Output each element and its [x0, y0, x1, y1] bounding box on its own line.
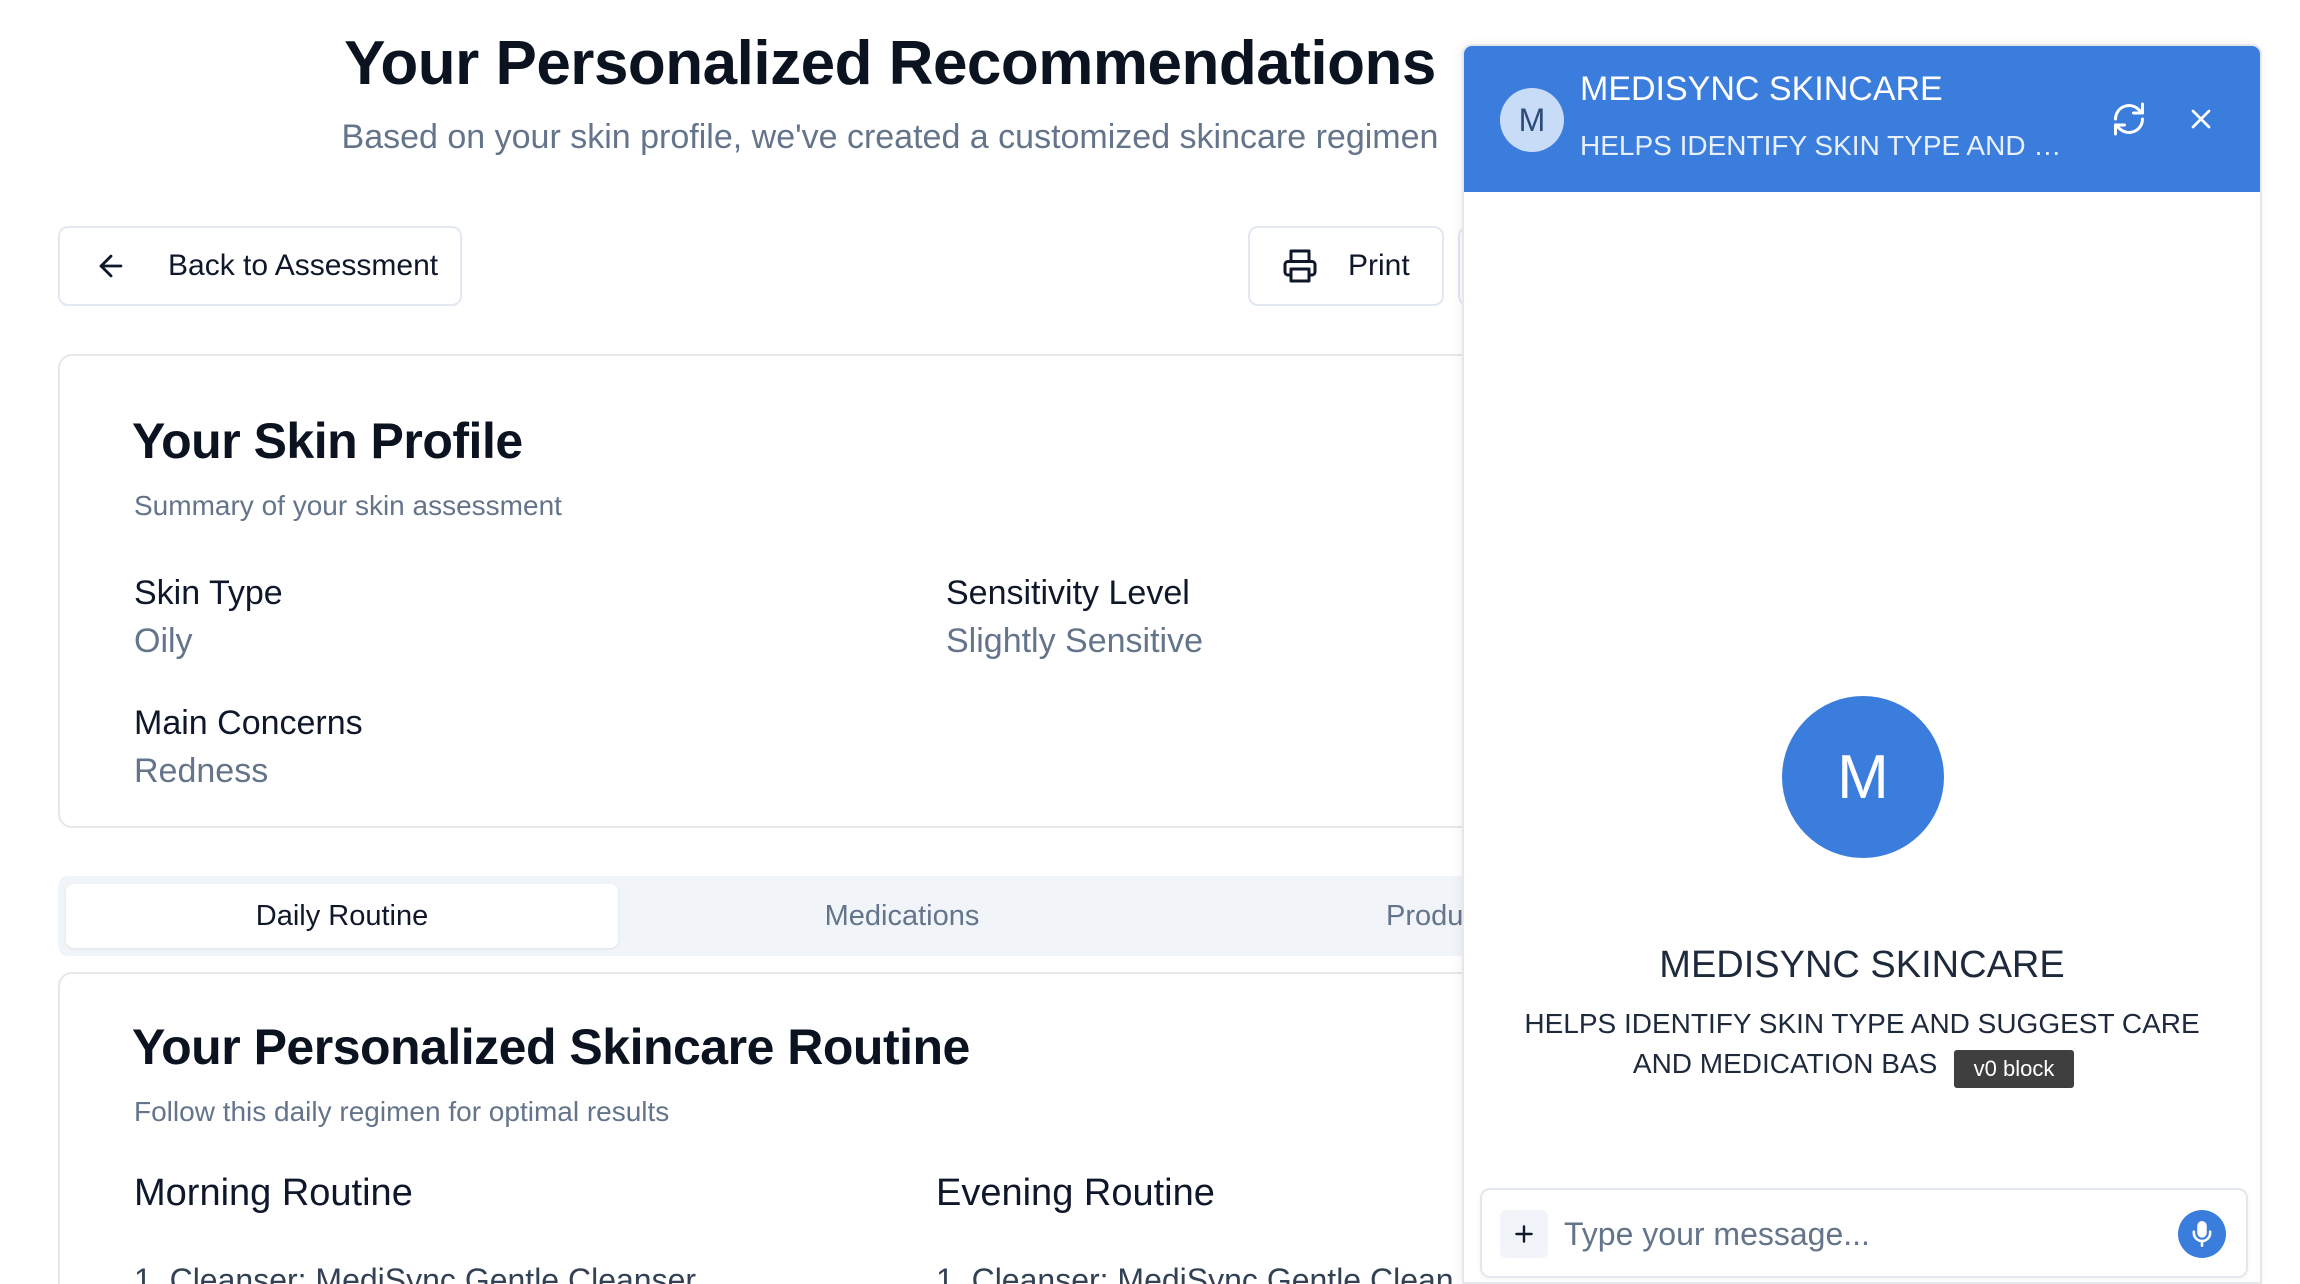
- print-button-label: Print: [1348, 249, 1410, 282]
- chat-avatar: M: [1500, 88, 1564, 152]
- skin-type-label: Skin Type: [134, 574, 283, 612]
- sensitivity-level-label: Sensitivity Level: [946, 574, 1190, 612]
- chat-welcome-title: MEDISYNC SKINCARE: [1659, 944, 2065, 986]
- attach-button[interactable]: [1500, 1210, 1548, 1258]
- morning-routine-item: 1. Cleanser: MediSync Gentle Cleanser: [134, 1262, 697, 1284]
- routine-description: Follow this daily regimen for optimal re…: [134, 1096, 670, 1127]
- skincare-routine-card: Your Personalized Skincare Routine Follo…: [58, 972, 1578, 1284]
- sensitivity-level-value: Slightly Sensitive: [946, 622, 1204, 660]
- printer-icon: [1283, 249, 1317, 283]
- close-chat-button[interactable]: [2176, 94, 2226, 144]
- morning-routine-title: Morning Routine: [134, 1172, 413, 1214]
- tab-daily-routine[interactable]: Daily Routine: [66, 884, 618, 948]
- evening-routine-item: 1. Cleanser: MediSync Gentle Clean: [936, 1262, 1454, 1284]
- refresh-icon: [2114, 102, 2144, 136]
- v0-block-tooltip: v0 block: [1954, 1050, 2074, 1088]
- main-concerns-label: Main Concerns: [134, 704, 363, 742]
- chat-welcome-avatar: M: [1782, 696, 1944, 858]
- chat-message-input[interactable]: [1564, 1208, 2144, 1260]
- print-button[interactable]: Print: [1248, 226, 1444, 306]
- skin-profile-title: Your Skin Profile: [132, 413, 523, 469]
- back-to-assessment-button[interactable]: Back to Assessment: [58, 226, 462, 306]
- chat-title: MEDISYNC SKINCARE: [1580, 70, 1943, 108]
- chat-welcome-description: HELPS IDENTIFY SKIN TYPE AND SUGGEST CAR…: [1504, 1004, 2220, 1084]
- chat-header: M MEDISYNC SKINCARE HELPS IDENTIFY SKIN …: [1464, 46, 2260, 192]
- chat-welcome-line-1: HELPS IDENTIFY SKIN TYPE AND SUGGEST CAR…: [1524, 1008, 2200, 1039]
- voice-input-button[interactable]: [2178, 1210, 2226, 1258]
- skin-profile-description: Summary of your skin assessment: [134, 490, 562, 521]
- microphone-icon: [2192, 1221, 2212, 1247]
- chat-input-bar: [1480, 1188, 2248, 1278]
- close-icon: [2191, 109, 2211, 129]
- back-button-label: Back to Assessment: [168, 249, 439, 282]
- arrow-left-icon: [99, 254, 123, 278]
- tab-medications[interactable]: Medications: [626, 884, 1178, 948]
- skin-profile-card: Your Skin Profile Summary of your skin a…: [58, 354, 1578, 828]
- recommendation-tabs: Daily Routine Medications Produ: [58, 876, 1578, 956]
- skin-type-value: Oily: [134, 622, 193, 660]
- chat-subtitle: HELPS IDENTIFY SKIN TYPE AND S...: [1580, 130, 2070, 161]
- chat-welcome-line-2: AND MEDICATION BAS.: [1632, 1048, 2065, 1079]
- main-concerns-value: Redness: [134, 752, 269, 790]
- evening-routine-title: Evening Routine: [936, 1172, 1215, 1214]
- routine-title: Your Personalized Skincare Routine: [132, 1019, 970, 1075]
- plus-icon: [1515, 1225, 1533, 1243]
- refresh-chat-button[interactable]: [2104, 94, 2154, 144]
- chat-widget: M MEDISYNC SKINCARE HELPS IDENTIFY SKIN …: [1462, 44, 2262, 1284]
